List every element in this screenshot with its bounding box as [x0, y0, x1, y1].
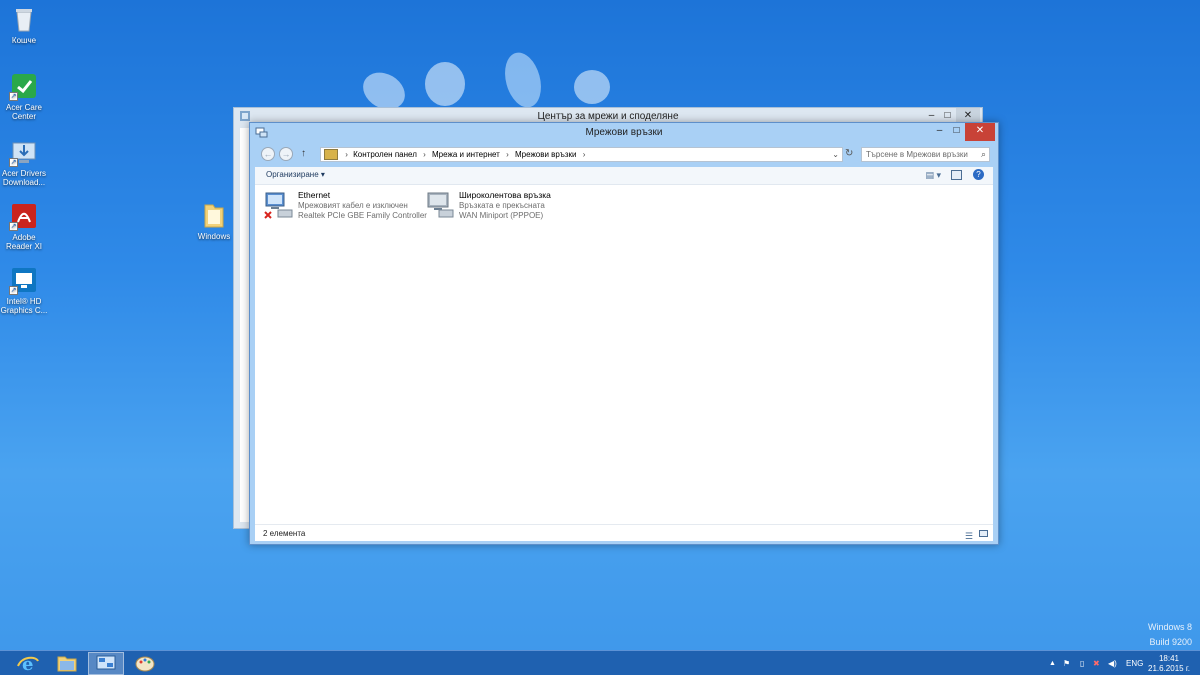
refresh-icon[interactable]: ↻: [845, 148, 853, 159]
control-panel-icon: [324, 149, 338, 160]
breadcrumb-network-connections[interactable]: Мрежови връзки: [515, 150, 577, 159]
list-item-ethernet[interactable]: Ethernet Мрежовият кабел е изключен Real…: [264, 189, 427, 223]
shortcut-arrow-icon: ↗: [9, 92, 18, 101]
breadcrumb-separator: ›: [582, 150, 586, 159]
desktop-icon-acer-care-center[interactable]: ↗ Acer Care Center: [0, 71, 48, 121]
shortcut-arrow-icon: ↗: [9, 222, 18, 231]
organize-button[interactable]: Организиране ▾: [266, 170, 325, 179]
adobe-reader-icon: ↗: [9, 201, 39, 231]
acer-drivers-icon: ↗: [9, 137, 39, 167]
list-item-broadband[interactable]: Широколентова връзка Връзката е прекъсна…: [425, 189, 585, 223]
help-icon[interactable]: ?: [973, 169, 984, 180]
input-language[interactable]: ENG: [1126, 651, 1143, 675]
connection-name: Ethernet: [298, 190, 331, 200]
show-hidden-icons-icon[interactable]: ▲: [1049, 651, 1056, 675]
action-center-flag-icon[interactable]: ⚑: [1063, 651, 1070, 675]
file-list: Ethernet Мрежовият кабел е изключен Real…: [255, 185, 993, 524]
desktop-icon-label: Кошче: [11, 36, 37, 45]
chevron-down-icon[interactable]: ⌄: [832, 148, 839, 161]
intel-graphics-icon: ↗: [9, 265, 39, 295]
breadcrumb-separator: ›: [506, 150, 509, 159]
item-count: 2 елемента: [263, 529, 306, 538]
breadcrumb-control-panel[interactable]: Контролен панел: [353, 150, 417, 159]
desktop-icon-label: Adobe Reader XI: [5, 233, 43, 251]
details-view-icon[interactable]: ☰: [965, 528, 973, 545]
desktop-icon-label: Intel® HD Graphics C...: [0, 297, 48, 315]
clock-date: 21.6.2015 г.: [1148, 664, 1190, 673]
desktop-icon-windows-folder[interactable]: Windows: [190, 200, 238, 241]
large-icons-view-icon[interactable]: [979, 530, 988, 537]
minimize-button[interactable]: –: [931, 123, 948, 141]
network-connections-window[interactable]: Мрежови връзки – □ ✕ ← → ↑ › Контролен п…: [249, 122, 999, 545]
command-bar: Организиране ▾ ▤ ▾ ?: [255, 167, 993, 185]
folder-icon: [199, 200, 229, 230]
up-arrow-icon[interactable]: ↑: [301, 148, 306, 159]
search-placeholder: Търсене в Мрежови връзки: [866, 150, 968, 159]
preview-pane-icon[interactable]: [951, 170, 962, 180]
desktop-icon-acer-drivers[interactable]: ↗ Acer Drivers Download...: [0, 137, 48, 187]
desktop-icon-label: Acer Care Center: [5, 103, 42, 121]
acer-care-center-icon: ↗: [9, 71, 39, 101]
windows-build-watermark: Build 9200: [1149, 637, 1192, 647]
shortcut-arrow-icon: ↗: [9, 286, 18, 295]
forward-arrow-icon[interactable]: →: [279, 147, 293, 161]
network-adapter-disconnected-icon: [264, 190, 294, 222]
window-title: Център за мрежи и споделяне: [537, 111, 679, 122]
breadcrumb-separator: ›: [345, 150, 348, 159]
taskbar-file-explorer[interactable]: [49, 652, 85, 675]
windows-version-watermark: Windows 8: [1147, 622, 1192, 632]
connection-status: Мрежовият кабел е изключен: [298, 201, 408, 210]
internet-explorer-icon: e: [17, 654, 39, 675]
desktop-icon-label: Windows: [197, 232, 231, 241]
file-explorer-icon: [57, 656, 77, 672]
clock[interactable]: 18:41 21.6.2015 г.: [1148, 651, 1190, 675]
network-connections-icon: [255, 126, 268, 147]
shortcut-arrow-icon: ↗: [9, 158, 18, 167]
maximize-button[interactable]: □: [948, 123, 965, 141]
desktop-icon-adobe-reader[interactable]: ↗ Adobe Reader XI: [0, 201, 48, 251]
close-button[interactable]: ✕: [965, 123, 995, 141]
control-panel-icon: [96, 655, 116, 670]
breadcrumb-separator: ›: [423, 150, 426, 159]
search-input[interactable]: Търсене в Мрежови връзки ⌕: [861, 147, 990, 162]
taskbar-internet-explorer[interactable]: e: [10, 652, 46, 675]
desktop-icon-label: Acer Drivers Download...: [1, 169, 46, 187]
connection-device: Realtek PCIe GBE Family Controller: [298, 211, 427, 220]
breadcrumb-network-internet[interactable]: Мрежа и интернет: [432, 150, 500, 159]
battery-icon[interactable]: ▯: [1080, 651, 1084, 675]
back-arrow-icon[interactable]: ←: [261, 147, 275, 161]
network-error-icon[interactable]: ✖: [1093, 651, 1100, 675]
desktop-icon-recycle-bin[interactable]: Кошче: [0, 4, 48, 45]
taskbar-paint[interactable]: [127, 652, 163, 675]
taskbar: e ▲ ⚑ ▯ ✖ ◀) ENG 18:41 21.6.2015 г.: [0, 650, 1200, 675]
wallpaper-petal: [499, 48, 547, 112]
change-view-icon[interactable]: ▤ ▾: [925, 170, 941, 181]
window-title: Мрежови връзки: [585, 127, 663, 138]
taskbar-control-panel[interactable]: [88, 652, 124, 675]
address-row: ← → ↑ › Контролен панел › Мрежа и интерн…: [255, 145, 993, 165]
connection-device: WAN Miniport (PPPOE): [459, 211, 544, 220]
clock-time: 18:41: [1158, 654, 1180, 663]
address-bar[interactable]: › Контролен панел › Мрежа и интернет › М…: [320, 147, 843, 162]
connection-name: Широколентова връзка: [459, 190, 551, 200]
recycle-bin-icon: [9, 4, 39, 34]
wallpaper-petal: [574, 70, 610, 104]
wallpaper-petal: [425, 62, 465, 106]
broadband-connection-icon: [425, 190, 455, 222]
search-icon[interactable]: ⌕: [981, 148, 986, 161]
volume-icon[interactable]: ◀): [1108, 651, 1117, 675]
connection-status: Връзката е прекъсната: [459, 201, 545, 210]
paint-icon: [135, 656, 155, 672]
status-bar: 2 елемента ☰: [255, 524, 993, 541]
desktop-icon-intel-graphics[interactable]: ↗ Intel® HD Graphics C...: [0, 265, 48, 315]
window-titlebar[interactable]: Мрежови връзки – □ ✕: [250, 123, 998, 143]
